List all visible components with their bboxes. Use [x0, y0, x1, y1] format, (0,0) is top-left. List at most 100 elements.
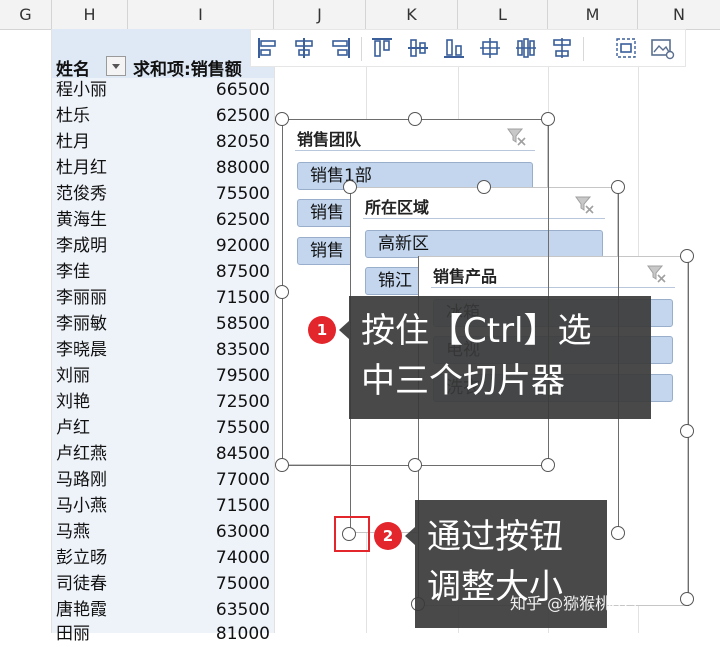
- distribute-center-icon[interactable]: [513, 35, 539, 61]
- resize-handle[interactable]: [680, 424, 694, 438]
- resize-handle[interactable]: [541, 458, 555, 472]
- pivot-row-header[interactable]: 姓名: [56, 55, 90, 80]
- column-header-k[interactable]: K: [366, 0, 458, 29]
- pivot-row-name[interactable]: 卢红燕: [56, 442, 107, 467]
- resize-handle[interactable]: [477, 180, 491, 194]
- pivot-row-name[interactable]: 范俊秀: [56, 182, 107, 207]
- pivot-row-value[interactable]: 75500: [200, 416, 270, 441]
- pivot-row-name[interactable]: 李晓晨: [56, 338, 107, 363]
- pivot-row-name[interactable]: 李成明: [56, 234, 107, 259]
- clear-filter-icon[interactable]: [645, 262, 667, 284]
- slicer-divider: [431, 287, 675, 288]
- pivot-row-value[interactable]: 66500: [200, 78, 270, 103]
- column-header-l[interactable]: L: [458, 0, 548, 29]
- pivot-row-name[interactable]: 彭立旸: [56, 546, 107, 571]
- callout-text: 按住【Ctrl】选 中三个切片器: [361, 311, 592, 401]
- slicer-title: 所在区域: [365, 198, 430, 217]
- clear-filter-icon[interactable]: [505, 125, 527, 147]
- column-header-m[interactable]: M: [548, 0, 638, 29]
- group-icon[interactable]: [613, 35, 639, 61]
- pivot-row-value[interactable]: 83500: [200, 338, 270, 363]
- pivot-row-name[interactable]: 杜月红: [56, 156, 107, 181]
- resize-handle[interactable]: [408, 458, 422, 472]
- distribute-vertical-icon[interactable]: [549, 35, 575, 61]
- resize-handle[interactable]: [680, 592, 694, 606]
- pivot-row-value[interactable]: 84500: [200, 442, 270, 467]
- image-icon[interactable]: [649, 35, 675, 61]
- column-header-bar: G H I J K L M N: [0, 0, 720, 30]
- toolbar-separator: [583, 37, 584, 61]
- pivot-row-name[interactable]: 刘丽: [56, 364, 90, 389]
- step-badge-1: 1: [308, 316, 336, 344]
- align-right-icon[interactable]: [327, 35, 353, 61]
- pivot-row-value[interactable]: 63500: [200, 598, 270, 623]
- column-header-j[interactable]: J: [274, 0, 366, 29]
- align-top-icon[interactable]: [369, 35, 395, 61]
- pivot-row-value[interactable]: 62500: [200, 104, 270, 129]
- resize-handle[interactable]: [611, 180, 625, 194]
- pivot-row-name[interactable]: 李丽敏: [56, 312, 107, 337]
- pivot-row-name[interactable]: 杜月: [56, 130, 90, 155]
- column-header-h[interactable]: H: [52, 0, 128, 29]
- callout-pointer: [405, 527, 415, 545]
- pivot-row-value[interactable]: 58500: [200, 312, 270, 337]
- pivot-row-name[interactable]: 马小燕: [56, 494, 107, 519]
- column-header-n[interactable]: N: [638, 0, 720, 29]
- slicer-item[interactable]: 高新区: [365, 230, 603, 258]
- callout-pointer: [339, 321, 349, 339]
- clear-filter-icon[interactable]: [573, 193, 595, 215]
- filter-dropdown-button[interactable]: [106, 56, 126, 76]
- pivot-row-name[interactable]: 马燕: [56, 520, 90, 545]
- pivot-row-name[interactable]: 马路刚: [56, 468, 107, 493]
- pivot-row-value[interactable]: 74000: [200, 546, 270, 571]
- pivot-row-name[interactable]: 卢红: [56, 416, 90, 441]
- distribute-horizontal-icon[interactable]: [477, 35, 503, 61]
- resize-handle[interactable]: [680, 249, 694, 263]
- pivot-row-value[interactable]: 75000: [200, 572, 270, 597]
- resize-handle[interactable]: [275, 285, 289, 299]
- resize-handle[interactable]: [275, 458, 289, 472]
- pivot-row-name[interactable]: 杜乐: [56, 104, 90, 129]
- resize-handle[interactable]: [611, 526, 625, 540]
- highlight-box: [334, 516, 370, 552]
- pivot-value-header[interactable]: 求和项:销售额: [133, 55, 242, 80]
- pivot-row-name[interactable]: 司徒春: [56, 572, 107, 597]
- toolbar-separator: [361, 37, 362, 61]
- pivot-row-name[interactable]: 李丽丽: [56, 286, 107, 311]
- resize-handle[interactable]: [541, 112, 555, 126]
- pivot-row-value[interactable]: 71500: [200, 494, 270, 519]
- pivot-row-value[interactable]: 82050: [200, 130, 270, 155]
- column-header-g[interactable]: G: [0, 0, 52, 29]
- pivot-row-value[interactable]: 75500: [200, 182, 270, 207]
- resize-handle[interactable]: [343, 180, 357, 194]
- pivot-row-value[interactable]: 92000: [200, 234, 270, 259]
- pivot-row-value[interactable]: 81000: [200, 622, 270, 647]
- align-left-icon[interactable]: [255, 35, 281, 61]
- slicer-title: 销售产品: [433, 267, 498, 286]
- pivot-row-name[interactable]: 唐艳霞: [56, 598, 107, 623]
- resize-handle[interactable]: [275, 112, 289, 126]
- slicer-divider: [363, 218, 605, 219]
- watermark: 知乎 @猕猴桃小十二: [510, 594, 660, 613]
- align-center-icon[interactable]: [291, 35, 317, 61]
- slicer-divider: [295, 150, 535, 151]
- pivot-row-name[interactable]: 李佳: [56, 260, 90, 285]
- pivot-row-value[interactable]: 79500: [200, 364, 270, 389]
- align-bottom-icon[interactable]: [441, 35, 467, 61]
- pivot-row-name[interactable]: 田丽: [56, 622, 90, 647]
- alignment-toolbar: [250, 29, 686, 67]
- pivot-row-name[interactable]: 黄海生: [56, 208, 107, 233]
- pivot-row-value[interactable]: 71500: [200, 286, 270, 311]
- pivot-row-value[interactable]: 62500: [200, 208, 270, 233]
- pivot-row-name[interactable]: 程小丽: [56, 78, 107, 103]
- column-header-i[interactable]: I: [128, 0, 274, 29]
- pivot-row-name[interactable]: 刘艳: [56, 390, 90, 415]
- pivot-row-value[interactable]: 77000: [200, 468, 270, 493]
- pivot-row-value[interactable]: 63000: [200, 520, 270, 545]
- pivot-row-value[interactable]: 88000: [200, 156, 270, 181]
- align-middle-icon[interactable]: [405, 35, 431, 61]
- pivot-row-value[interactable]: 72500: [200, 390, 270, 415]
- pivot-row-value[interactable]: 87500: [200, 260, 270, 285]
- slicer-item[interactable]: 销售1部: [297, 162, 533, 190]
- resize-handle[interactable]: [408, 112, 422, 126]
